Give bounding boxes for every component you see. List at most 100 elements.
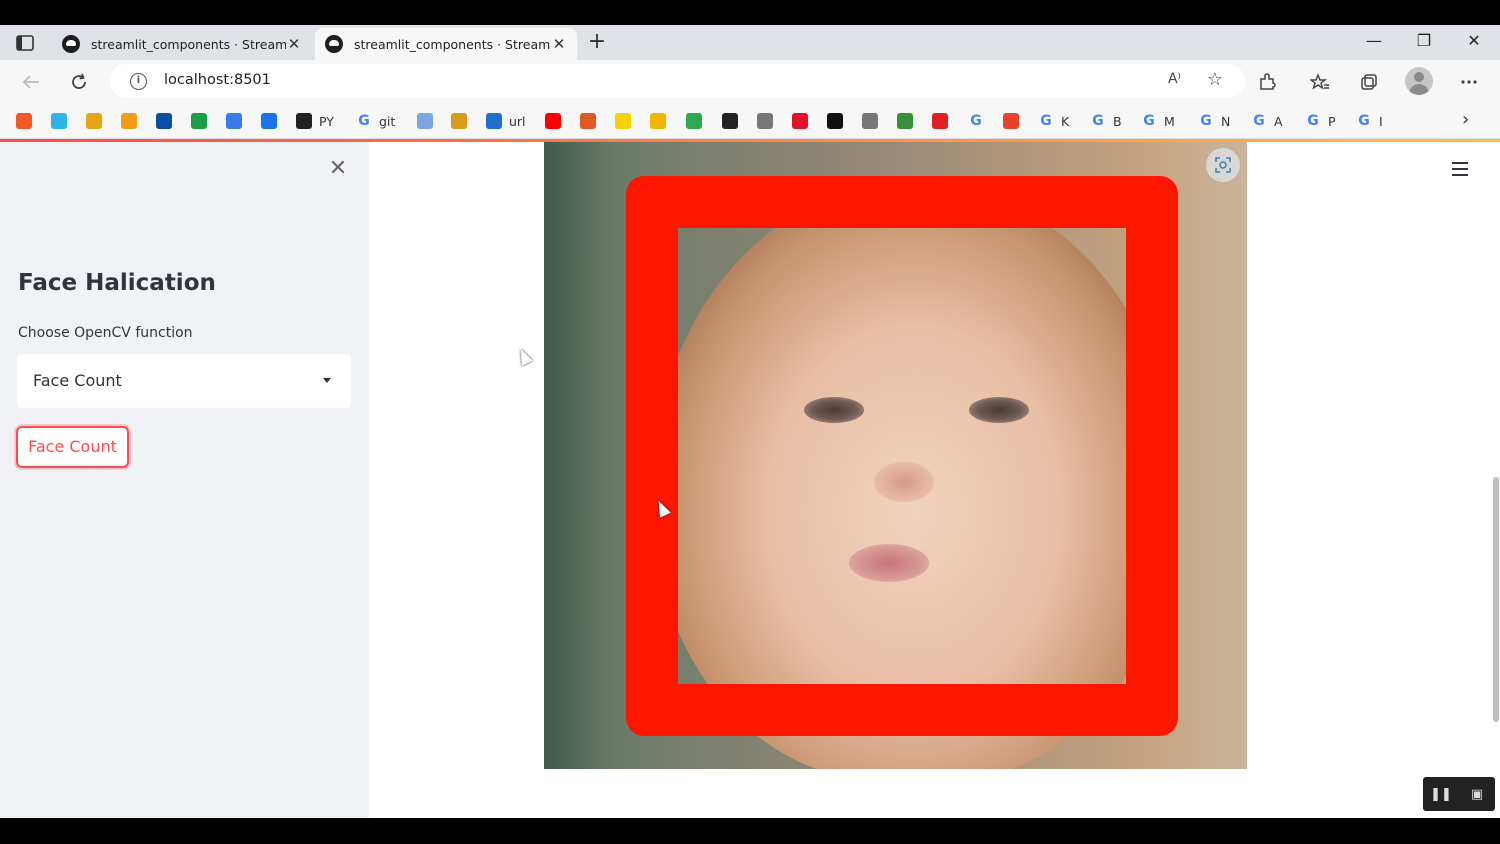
extensions-icon[interactable] — [1253, 68, 1281, 96]
bookmark-item[interactable] — [86, 112, 109, 130]
picture-in-picture-icon[interactable]: ▣ — [1459, 777, 1495, 811]
opencv-function-select[interactable]: Face Count — [17, 354, 351, 408]
browser-tab-2-active[interactable]: streamlit_components · Streamlit ✕ — [315, 28, 577, 60]
new-tab-button[interactable]: + — [586, 31, 608, 53]
bookmark-item[interactable] — [757, 112, 780, 130]
read-aloud-icon[interactable]: A⁾ — [1168, 71, 1181, 87]
bookmark-13-icon — [486, 113, 502, 129]
bookmark-item[interactable] — [261, 112, 284, 130]
bookmark-item[interactable] — [615, 112, 638, 130]
browser-tab-1[interactable]: streamlit_components · Streamlit ✕ — [52, 28, 312, 60]
sidebar: ✕ Face Halication Choose OpenCV function… — [0, 142, 369, 818]
bookmark-item[interactable]: GM — [1141, 112, 1175, 130]
bookmark-7-icon — [226, 113, 242, 129]
bookmark-3-icon — [86, 113, 102, 129]
profile-avatar-icon[interactable] — [1405, 67, 1433, 95]
bookmark-18-icon — [686, 113, 702, 129]
bookmark-item[interactable] — [121, 112, 144, 130]
face-count-button[interactable]: Face Count — [16, 426, 129, 468]
collections-icon[interactable] — [1355, 68, 1383, 96]
reload-icon — [72, 73, 86, 89]
bookmark-item[interactable] — [1003, 112, 1026, 130]
google-icon: G — [1358, 113, 1370, 129]
bookmark-22-icon — [827, 113, 843, 129]
close-tab-icon[interactable]: ✕ — [286, 35, 302, 53]
face-detection-image — [544, 142, 1247, 769]
youtube-icon — [545, 113, 561, 129]
close-window-button[interactable]: ✕ — [1454, 31, 1494, 50]
bookmark-item[interactable]: GI — [1356, 112, 1382, 130]
bookmark-item[interactable] — [156, 112, 179, 130]
bookmark-item[interactable]: GA — [1251, 112, 1283, 130]
close-sidebar-icon[interactable]: ✕ — [327, 156, 349, 181]
reload-button[interactable] — [66, 69, 92, 95]
bookmark-item[interactable]: GB — [1090, 112, 1121, 130]
address-bar-row: i localhost:8501 A⁾ ☆ — [0, 60, 1500, 102]
bookmark-item[interactable] — [191, 112, 214, 130]
google-icon: G — [970, 113, 982, 129]
sidebar-title: Face Halication — [18, 270, 216, 296]
bookmark-label: N — [1221, 113, 1231, 129]
google-icon: G — [1092, 113, 1104, 129]
more-menu-icon[interactable] — [1455, 68, 1483, 96]
chevron-down-icon — [323, 378, 331, 383]
bookmark-item[interactable] — [417, 112, 440, 130]
bookmark-item[interactable]: PY — [296, 112, 334, 130]
bookmark-item[interactable] — [16, 112, 39, 130]
google-icon: G — [358, 113, 370, 129]
tab-title: streamlit_components · Streamlit — [91, 36, 286, 52]
bookmark-item[interactable] — [545, 112, 568, 130]
bookmark-item[interactable]: Ggit — [356, 112, 395, 130]
minimize-button[interactable]: — — [1354, 31, 1394, 50]
bookmark-label: url — [509, 113, 526, 129]
google-icon: G — [1307, 113, 1319, 129]
bookmark-item[interactable] — [650, 112, 673, 130]
bookmark-item[interactable] — [722, 112, 745, 130]
close-tab-icon[interactable]: ✕ — [551, 35, 567, 53]
bookmark-item[interactable] — [897, 112, 920, 130]
restore-button[interactable]: ❐ — [1404, 31, 1444, 50]
bookmark-item[interactable]: GN — [1198, 112, 1230, 130]
browser-window: streamlit_components · Streamlit ✕ strea… — [0, 25, 1500, 818]
url-text[interactable]: localhost:8501 — [164, 72, 271, 88]
favorites-icon[interactable] — [1306, 68, 1334, 96]
streamlit-app: ✕ Face Halication Choose OpenCV function… — [0, 142, 1500, 818]
bookmark-12-icon — [451, 113, 467, 129]
heart-icon — [792, 113, 808, 129]
site-info-icon[interactable]: i — [130, 73, 147, 90]
tab-actions-icon[interactable] — [10, 31, 40, 55]
chevron-right-icon[interactable]: › — [1462, 109, 1469, 130]
back-button[interactable] — [18, 69, 44, 95]
bookmark-item[interactable]: url — [486, 112, 526, 130]
visual-search-icon[interactable] — [1206, 148, 1240, 182]
select-value: Face Count — [33, 371, 122, 390]
pause-icon[interactable]: ❚❚ — [1423, 777, 1459, 811]
bookmark-item[interactable] — [792, 112, 815, 130]
github-icon — [296, 113, 312, 129]
bookmark-item[interactable] — [932, 112, 955, 130]
bookmark-11-icon — [417, 113, 433, 129]
face-bounding-box — [626, 176, 1178, 736]
bookmark-item[interactable] — [226, 112, 249, 130]
bookmark-item[interactable] — [51, 112, 74, 130]
add-favorite-icon[interactable]: ☆ — [1207, 69, 1223, 90]
bookmark-label: PY — [319, 113, 334, 129]
bookmark-item[interactable] — [862, 112, 885, 130]
bookmark-24-icon — [897, 113, 913, 129]
bookmark-label: A — [1274, 113, 1283, 129]
omnibox[interactable]: i localhost:8501 A⁾ ☆ — [110, 64, 1245, 98]
bookmark-item[interactable]: G — [968, 112, 991, 130]
bookmark-item[interactable] — [827, 112, 850, 130]
bookmark-item[interactable]: GP — [1305, 112, 1335, 130]
streamlit-favicon-icon — [325, 35, 343, 53]
bookmark-item[interactable] — [580, 112, 603, 130]
bookmark-item[interactable] — [451, 112, 474, 130]
app-menu-icon[interactable] — [1452, 162, 1468, 176]
tab-title: streamlit_components · Streamlit — [354, 36, 551, 52]
video-controls: ❚❚ ▣ — [1423, 777, 1495, 811]
bookmark-item[interactable]: GK — [1038, 112, 1069, 130]
bookmark-16-icon — [615, 113, 631, 129]
bookmark-item[interactable] — [686, 112, 709, 130]
page-scrollbar[interactable] — [1493, 477, 1499, 722]
select-label: Choose OpenCV function — [18, 325, 193, 341]
